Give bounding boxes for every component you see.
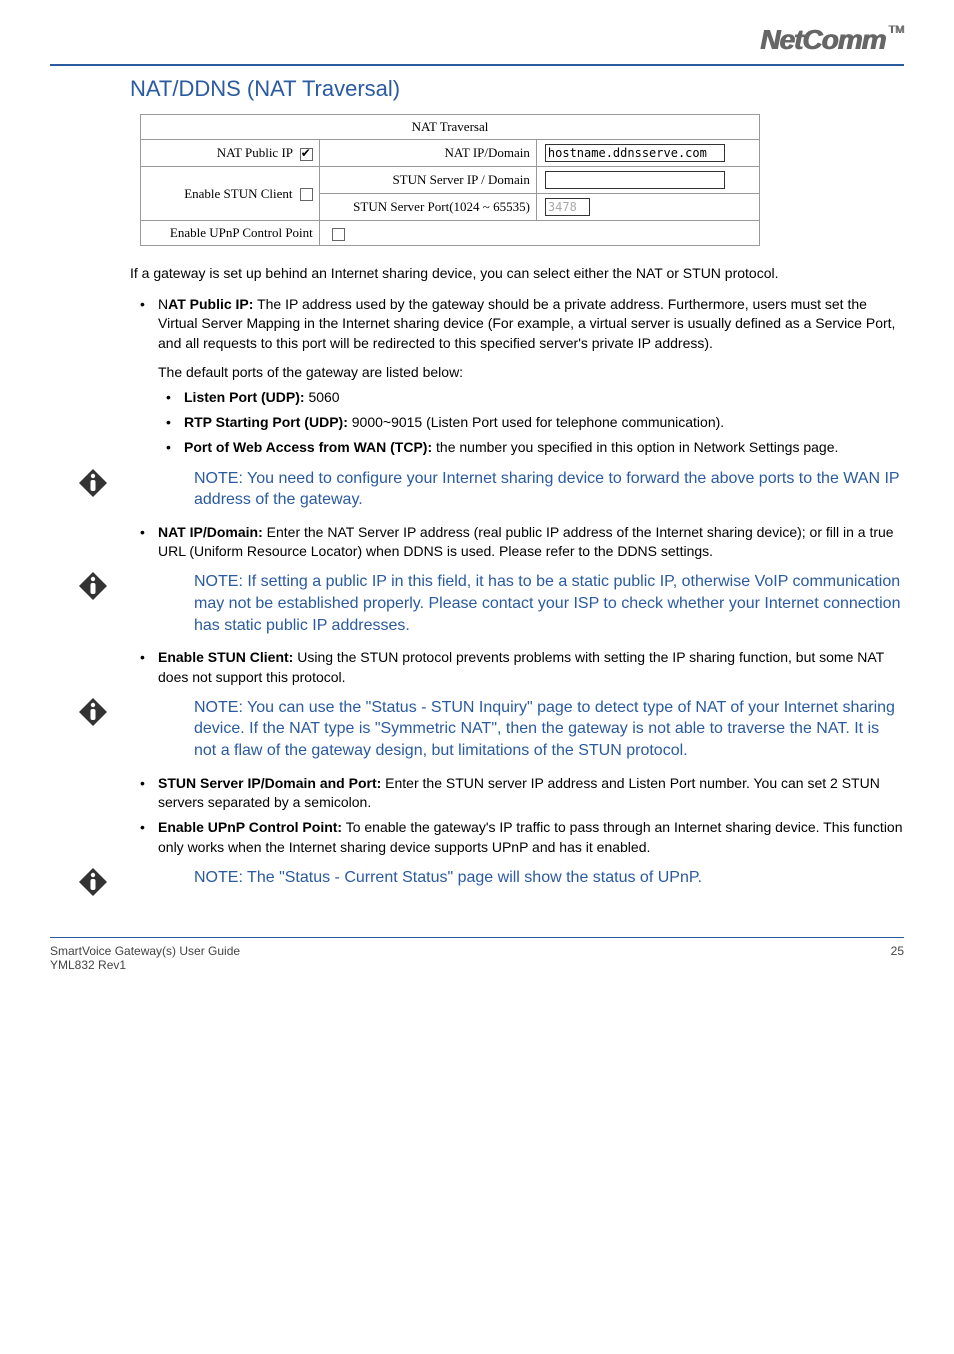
stun-server-ip-label: STUN Server IP / Domain [319, 167, 536, 194]
brand-logo: NetCommTM [760, 24, 904, 56]
nat-public-ip-checkbox[interactable] [300, 148, 313, 161]
note-4-text: NOTE: The "Status - Current Status" page… [194, 867, 904, 889]
bullet-nat-public-ip: NAT Public IP: The IP address used by th… [158, 295, 904, 353]
nat-traversal-table: NAT Traversal NAT Public IP NAT IP/Domai… [140, 114, 760, 246]
alert-icon [78, 697, 108, 727]
note-3-text: NOTE: You can use the "Status - STUN Inq… [194, 697, 904, 762]
nat-public-ip-label: NAT Public IP [217, 145, 293, 160]
enable-stun-row: Enable STUN Client [141, 167, 320, 221]
page-number: 25 [891, 944, 904, 972]
footer-guide-name: SmartVoice Gateway(s) User Guide [50, 944, 240, 958]
bullet-enable-upnp: Enable UPnP Control Point: To enable the… [158, 818, 904, 857]
note-1-text: NOTE: You need to configure your Interne… [194, 468, 904, 511]
alert-icon [78, 867, 108, 897]
nat-public-ip-row: NAT Public IP [141, 140, 320, 167]
note-3: NOTE: You can use the "Status - STUN Inq… [78, 697, 904, 762]
nat-ip-domain-input[interactable] [545, 144, 725, 162]
note-4: NOTE: The "Status - Current Status" page… [78, 867, 904, 897]
enable-upnp-checkbox-cell [319, 221, 759, 246]
trademark: TM [888, 24, 904, 36]
footer-rev: YML832 Rev1 [50, 958, 240, 972]
alert-icon [78, 571, 108, 601]
bullet-listen-port: Listen Port (UDP): 5060 [184, 388, 904, 407]
note-2-text: NOTE: If setting a public IP in this fie… [194, 571, 904, 636]
bullet-stun-server: STUN Server IP/Domain and Port: Enter th… [158, 774, 904, 813]
default-ports-intro: The default ports of the gateway are lis… [158, 363, 904, 382]
stun-server-port-cell [536, 194, 759, 221]
enable-upnp-checkbox[interactable] [332, 228, 345, 241]
nat-ip-domain-cell [536, 140, 759, 167]
note-1: NOTE: You need to configure your Interne… [78, 468, 904, 511]
page-footer: SmartVoice Gateway(s) User Guide YML832 … [50, 937, 904, 972]
enable-upnp-cell: Enable UPnP Control Point [141, 221, 320, 246]
page-title: NAT/DDNS (NAT Traversal) [130, 76, 904, 102]
enable-stun-checkbox[interactable] [300, 188, 313, 201]
table-title: NAT Traversal [141, 115, 760, 140]
stun-server-ip-cell [536, 167, 759, 194]
stun-server-ip-input[interactable] [545, 171, 725, 189]
enable-stun-label: Enable STUN Client [184, 186, 292, 201]
enable-upnp-label: Enable UPnP Control Point [170, 225, 313, 240]
header-divider [50, 64, 904, 66]
note-2: NOTE: If setting a public IP in this fie… [78, 571, 904, 636]
bullet-web-port: Port of Web Access from WAN (TCP): the n… [184, 438, 904, 457]
bullet-rtp-port: RTP Starting Port (UDP): 9000~9015 (List… [184, 413, 904, 432]
bullet-nat-ip-domain: NAT IP/Domain: Enter the NAT Server IP a… [158, 523, 904, 562]
brand-name: NetComm [760, 24, 885, 55]
intro-text: If a gateway is set up behind an Interne… [130, 264, 904, 283]
nat-ip-domain-label: NAT IP/Domain [319, 140, 536, 167]
bullet-enable-stun: Enable STUN Client: Using the STUN proto… [158, 648, 904, 687]
alert-icon [78, 468, 108, 498]
stun-server-port-input[interactable] [545, 198, 590, 216]
stun-server-port-label: STUN Server Port(1024 ~ 65535) [319, 194, 536, 221]
